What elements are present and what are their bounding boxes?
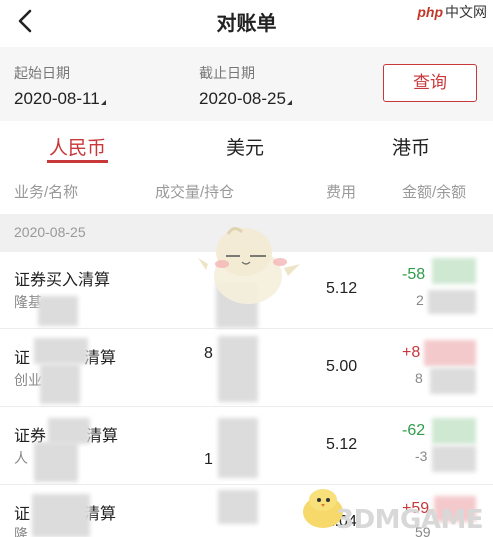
privacy-blur: [424, 340, 476, 366]
privacy-blur: [48, 418, 90, 444]
privacy-blur: [32, 494, 90, 537]
top-bar: 对账单 php 中文网: [0, 0, 493, 44]
row-fee: 5.12: [326, 280, 358, 297]
col-amount: 金额/余额: [402, 184, 467, 201]
privacy-blur: [432, 446, 476, 472]
row-balance: 2: [416, 292, 424, 308]
end-date-picker[interactable]: 2020-08-25: [199, 89, 292, 109]
row-sub: 人: [14, 450, 28, 466]
row-fee: 5.12: [326, 436, 358, 453]
privacy-blur: [34, 442, 78, 482]
col-name: 业务/名称: [14, 184, 79, 201]
privacy-blur: [40, 364, 80, 404]
table-row[interactable]: 证券 清算 人 1 5.12 -62 -3: [0, 408, 493, 485]
privacy-blur: [428, 290, 476, 314]
watermark-php: php 中文网: [417, 4, 487, 20]
row-sub: 隆: [14, 526, 28, 537]
column-header: 业务/名称 成交量/持仓 费用 金额/余额: [0, 171, 493, 211]
tab-hkd[interactable]: 港币: [387, 133, 435, 160]
privacy-blur: [218, 418, 258, 478]
row-fee: 5.00: [326, 358, 358, 375]
row-balance: 8: [415, 370, 423, 386]
date-filter-bar: 起始日期 2020-08-11 截止日期 2020-08-25 查询: [0, 47, 493, 121]
col-volume: 成交量/持仓: [155, 184, 235, 201]
privacy-blur: [430, 368, 476, 394]
active-tab-indicator: [47, 160, 108, 163]
section-date: 2020-08-25: [14, 224, 86, 240]
query-button[interactable]: 查询: [383, 64, 477, 102]
dropdown-corner-icon: [100, 100, 106, 105]
start-date-picker[interactable]: 2020-08-11: [14, 89, 106, 109]
end-date-label: 截止日期: [199, 65, 255, 81]
privacy-blur: [38, 296, 78, 326]
dropdown-corner-icon: [286, 100, 292, 105]
tab-usd[interactable]: 美元: [221, 133, 269, 160]
row-sub: 创业: [14, 372, 42, 388]
tab-cny[interactable]: 人民币: [47, 133, 108, 160]
row-amount: -58: [402, 266, 426, 283]
privacy-blur: [432, 258, 476, 284]
privacy-blur: [218, 336, 258, 402]
row-amount: -62: [402, 422, 426, 439]
row-volume: 8: [204, 345, 213, 362]
privacy-blur: [432, 418, 476, 444]
watermark-3dmgame: 3DMGAME: [336, 505, 484, 535]
row-volume: 1: [204, 451, 213, 468]
table-row[interactable]: 证清算 创业 8 5.00 +8 8: [0, 330, 493, 407]
privacy-blur: [218, 490, 258, 524]
start-date-label: 起始日期: [14, 65, 70, 81]
currency-tabs: 人民币 美元 港币: [0, 121, 493, 171]
row-name: 证券买入清算: [14, 272, 111, 289]
row-balance: -3: [415, 448, 428, 464]
row-amount: +8: [402, 344, 421, 361]
mascot-watermark-icon: [198, 227, 300, 304]
col-fee: 费用: [326, 184, 357, 201]
privacy-blur: [34, 338, 88, 364]
